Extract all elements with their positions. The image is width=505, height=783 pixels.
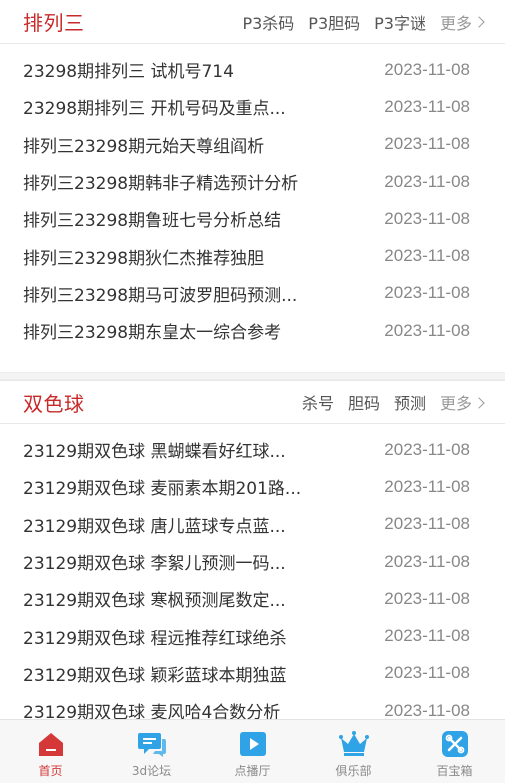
- item-date: 2023-11-08: [384, 208, 470, 228]
- tab-club[interactable]: 俱乐部: [303, 720, 404, 783]
- list-item[interactable]: 23298期排列三 开机号码及重点... 2023-11-08: [0, 88, 505, 125]
- item-date: 2023-11-08: [384, 134, 470, 154]
- item-date: 2023-11-08: [384, 663, 470, 683]
- item-title: 23129期双色球 寒枫预测尾数定...: [23, 591, 286, 612]
- item-date: 2023-11-08: [384, 320, 470, 340]
- list-item[interactable]: 排列三23298期韩非子精选预计分析 2023-11-08: [0, 163, 505, 200]
- item-date: 2023-11-08: [384, 439, 470, 459]
- item-date: 2023-11-08: [384, 626, 470, 646]
- item-date: 2023-11-08: [384, 96, 470, 116]
- more-link[interactable]: 更多: [439, 10, 485, 34]
- item-title: 23129期双色球 颖彩蓝球本期独蓝: [23, 665, 287, 686]
- link-kill-number[interactable]: 杀号: [302, 390, 334, 414]
- section-divider: [0, 372, 505, 380]
- section-shuangseqiu: 双色球 杀号 胆码 预测 更多 23129期双色球 黑蝴蝶看好红球... 2023…: [0, 372, 505, 729]
- tab-vod-hall[interactable]: 点播厅: [202, 720, 303, 783]
- article-list: 23298期排列三 试机号714 2023-11-08 23298期排列三 开机号…: [0, 44, 505, 349]
- tab-label: 俱乐部: [335, 764, 372, 778]
- more-label: 更多: [439, 13, 472, 33]
- tab-label: 百宝箱: [436, 764, 473, 778]
- item-date: 2023-11-08: [384, 700, 470, 720]
- item-date: 2023-11-08: [384, 551, 470, 571]
- list-item[interactable]: 23129期双色球 李絮儿预测一码... 2023-11-08: [0, 543, 505, 580]
- article-list: 23129期双色球 黑蝴蝶看好红球... 2023-11-08 23129期双色球…: [0, 424, 505, 729]
- item-title: 23129期双色球 李絮儿预测一码...: [23, 554, 286, 575]
- item-title: 23298期排列三 试机号714: [23, 62, 234, 83]
- bottom-tab-bar: 首页 3d论坛 点播厅 俱乐部 百宝箱: [0, 719, 505, 783]
- list-item[interactable]: 排列三23298期狄仁杰推荐独胆 2023-11-08: [0, 237, 505, 274]
- section-title: 双色球: [23, 391, 85, 416]
- section-links: P3杀码 P3胆码 P3字谜 更多: [228, 10, 485, 34]
- item-date: 2023-11-08: [384, 246, 470, 266]
- item-title: 23129期双色球 程远推荐红球绝杀: [23, 628, 287, 649]
- list-item[interactable]: 排列三23298期元始天尊组阎析 2023-11-08: [0, 126, 505, 163]
- item-date: 2023-11-08: [384, 588, 470, 608]
- item-title: 排列三23298期东皇太一综合参考: [23, 323, 282, 344]
- section-title: 排列三: [23, 11, 85, 35]
- section-links: 杀号 胆码 预测 更多: [288, 390, 485, 414]
- item-title: 排列三23298期马可波罗胆码预测...: [23, 285, 298, 306]
- item-date: 2023-11-08: [384, 476, 470, 496]
- item-date: 2023-11-08: [384, 171, 470, 191]
- chevron-right-icon: [473, 396, 485, 409]
- item-title: 排列三23298期元始天尊组阎析: [23, 136, 265, 157]
- item-title: 23129期双色球 麦丽素本期201路...: [23, 479, 302, 500]
- item-date: 2023-11-08: [384, 59, 470, 79]
- item-date: 2023-11-08: [384, 283, 470, 303]
- list-item[interactable]: 23129期双色球 麦丽素本期201路... 2023-11-08: [0, 468, 505, 505]
- tab-home[interactable]: 首页: [0, 720, 101, 783]
- list-item[interactable]: 排列三23298期东皇太一综合参考 2023-11-08: [0, 312, 505, 349]
- list-item[interactable]: 排列三23298期鲁班七号分析总结 2023-11-08: [0, 200, 505, 237]
- list-item[interactable]: 23129期双色球 黑蝴蝶看好红球... 2023-11-08: [0, 431, 505, 468]
- more-link[interactable]: 更多: [439, 390, 485, 414]
- tab-3d-forum[interactable]: 3d论坛: [101, 720, 202, 783]
- list-item[interactable]: 23129期双色球 程远推荐红球绝杀 2023-11-08: [0, 617, 505, 654]
- link-dan-code[interactable]: 胆码: [348, 390, 380, 414]
- item-title: 23298期排列三 开机号码及重点...: [23, 99, 286, 120]
- list-item[interactable]: 23129期双色球 寒枫预测尾数定... 2023-11-08: [0, 580, 505, 617]
- tab-label: 3d论坛: [131, 764, 172, 778]
- more-label: 更多: [439, 394, 472, 413]
- tab-label: 点播厅: [234, 764, 271, 778]
- play-icon: [238, 729, 268, 759]
- home-icon: [36, 729, 66, 759]
- list-item[interactable]: 23298期排列三 试机号714 2023-11-08: [0, 51, 505, 88]
- crown-icon: [338, 729, 369, 759]
- tab-label: 首页: [38, 764, 63, 778]
- link-p3-kill[interactable]: P3杀码: [242, 10, 294, 34]
- item-title: 排列三23298期狄仁杰推荐独胆: [23, 248, 265, 269]
- section-header: 排列三 P3杀码 P3胆码 P3字谜 更多: [0, 0, 505, 44]
- item-title: 排列三23298期鲁班七号分析总结: [23, 211, 282, 232]
- chat-icon: [137, 729, 167, 759]
- link-p3-dan[interactable]: P3胆码: [308, 10, 360, 34]
- toolbox-icon: [440, 729, 470, 759]
- list-item[interactable]: 排列三23298期马可波罗胆码预测... 2023-11-08: [0, 275, 505, 312]
- item-title: 23129期双色球 唐儿蓝球专点蓝...: [23, 516, 286, 537]
- section-header: 双色球 杀号 胆码 预测 更多: [0, 380, 505, 424]
- item-title: 排列三23298期韩非子精选预计分析: [23, 174, 299, 195]
- link-p3-zimi[interactable]: P3字谜: [374, 10, 426, 34]
- list-item[interactable]: 23129期双色球 唐儿蓝球专点蓝... 2023-11-08: [0, 506, 505, 543]
- item-date: 2023-11-08: [384, 514, 470, 534]
- item-title: 23129期双色球 黑蝴蝶看好红球...: [23, 442, 286, 463]
- list-item[interactable]: 23129期双色球 颖彩蓝球本期独蓝 2023-11-08: [0, 655, 505, 692]
- tab-toolbox[interactable]: 百宝箱: [404, 720, 505, 783]
- link-forecast[interactable]: 预测: [394, 390, 426, 414]
- section-pailiesan: 排列三 P3杀码 P3胆码 P3字谜 更多 23298期排列三 试机号714 20…: [0, 0, 505, 349]
- chevron-right-icon: [473, 16, 485, 28]
